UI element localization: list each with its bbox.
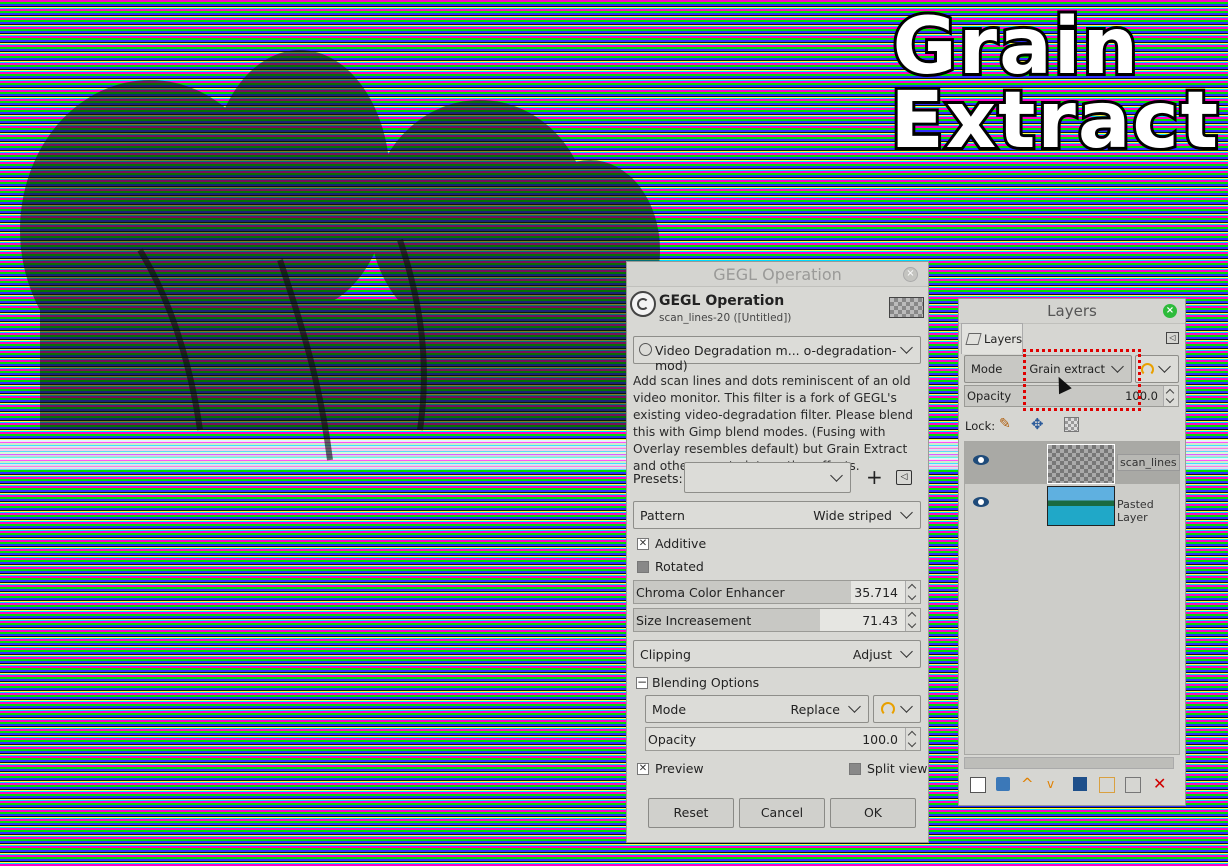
spin-arrows-icon[interactable] [905,581,920,603]
gegl-small-icon [639,343,652,356]
delete-layer-icon[interactable]: ✕ [1153,776,1167,792]
gegl-header: GEGL Operation scan_lines-20 ([Untitled]… [627,287,928,325]
cancel-button[interactable]: Cancel [739,798,825,828]
blend-opacity-spinscale[interactable]: Opacity 100.0 [645,727,921,751]
blend-mode-select[interactable]: Mode Replace [645,695,869,723]
gegl-header-subtitle: scan_lines-20 ([Untitled]) [659,312,792,324]
clipping-value: Adjust [852,647,892,662]
layer-preview-thumbnail [889,297,924,318]
layer-thumbnail [1047,444,1115,484]
layer-row-scan-lines[interactable]: scan_lines [965,442,1180,484]
blend-mode-value: Replace [790,702,840,717]
layer-composite-select[interactable] [1135,355,1179,383]
tab-menu-icon[interactable]: ◁ [1166,332,1179,344]
tab-layers[interactable]: Layers [961,323,1023,354]
gegl-header-title: GEGL Operation [659,293,785,309]
canvas-title-art: Grain Extract [887,2,1221,167]
rotated-checkbox[interactable] [637,561,649,573]
mask-layer-icon[interactable] [1125,777,1141,793]
reset-button[interactable]: Reset [648,798,734,828]
composite-mode-icon [881,702,895,716]
composite-mode-select[interactable] [873,695,921,723]
size-increasement-spinscale[interactable]: Size Increasement 71.43 [633,608,921,632]
chroma-enhancer-label: Chroma Color Enhancer [636,585,785,600]
layers-list[interactable]: scan_lines Pasted Layer [964,441,1180,755]
lock-pixels-icon[interactable]: ✎ [999,416,1011,432]
layer-opacity-label: Opacity [967,389,1012,403]
chevron-down-icon [830,470,844,484]
chevron-down-icon [848,701,862,715]
split-view-checkbox[interactable] [849,763,861,775]
layers-tab-icon [965,333,982,345]
additive-checkbox[interactable]: ✕ [637,538,649,550]
preview-checkbox[interactable]: ✕ [637,763,649,775]
layer-thumbnail [1047,486,1115,526]
duplicate-layer-icon[interactable] [1073,777,1087,791]
chevron-down-icon [900,342,914,356]
highlight-box [1023,349,1141,411]
chevron-down-icon [1158,361,1172,375]
preview-label: Preview [655,761,704,776]
size-increasement-value: 71.43 [862,613,898,628]
raise-layer-icon[interactable]: ^ [1021,777,1035,792]
horizontal-scrollbar[interactable] [964,757,1174,769]
pattern-select[interactable]: Pattern Wide striped [633,501,921,529]
lock-alpha-icon[interactable] [1064,417,1079,432]
operation-description: Add scan lines and dots reminiscent of a… [633,374,914,473]
rotated-label: Rotated [655,559,704,574]
pattern-value: Wide striped [813,508,892,523]
canvas-title-line1: Grain [890,2,1141,92]
presets-label: Presets: [633,471,683,486]
spin-arrows-icon[interactable] [1163,386,1178,406]
eye-icon[interactable] [973,455,989,465]
clipping-select[interactable]: Clipping Adjust [633,640,921,668]
layers-window-title: Layers [1047,302,1097,320]
collapse-icon[interactable]: − [636,676,648,689]
new-layer-group-icon[interactable] [996,777,1010,791]
operation-select[interactable]: Video Degradation m... o-degradation-mod… [633,336,921,373]
blending-options-label[interactable]: Blending Options [652,675,759,690]
split-view-label: Split view [867,761,928,776]
tab-layers-label: Layers [984,332,1023,346]
close-icon[interactable]: × [903,267,918,282]
new-layer-icon[interactable] [970,777,986,793]
gegl-titlebar[interactable]: GEGL Operation × [627,262,928,287]
blend-mode-label: Mode [652,702,687,717]
close-icon[interactable]: × [1163,304,1177,318]
chevron-down-icon [900,507,914,521]
chevron-down-icon [900,701,914,715]
chroma-enhancer-spinscale[interactable]: Chroma Color Enhancer 35.714 [633,580,921,604]
merge-layer-icon[interactable] [1099,777,1115,793]
composite-mode-icon [1141,363,1154,376]
canvas-title-line2: Extract [887,76,1221,167]
chroma-enhancer-value: 35.714 [854,585,898,600]
gegl-dialog: GEGL Operation × GEGL Operation scan_lin… [626,261,929,843]
blend-opacity-label: Opacity [648,732,697,747]
layer-mode-label: Mode [971,362,1003,376]
preset-menu-icon[interactable]: ◁ [896,470,912,485]
operation-select-value: Video Degradation m... o-degradation-mod… [655,343,897,373]
layer-row-pasted-layer[interactable]: Pasted Layer [965,484,1179,526]
spin-arrows-icon[interactable] [905,728,920,750]
gegl-window-title: GEGL Operation [713,265,842,284]
layers-titlebar[interactable]: Layers × [959,299,1185,324]
add-preset-icon[interactable]: + [866,465,883,489]
size-increasement-label: Size Increasement [636,613,752,628]
gegl-logo-icon [630,291,656,317]
layer-name[interactable]: Pasted Layer [1117,498,1179,524]
eye-icon[interactable] [973,497,989,507]
pattern-label: Pattern [640,508,685,523]
lock-position-icon[interactable]: ✥ [1031,415,1044,433]
lower-layer-icon[interactable]: v [1047,777,1061,791]
clipping-label: Clipping [640,647,691,662]
ok-button[interactable]: OK [830,798,916,828]
chevron-down-icon [900,646,914,660]
lock-label: Lock: [965,419,996,433]
additive-label: Additive [655,536,707,551]
layer-name[interactable]: scan_lines [1117,454,1180,471]
spin-arrows-icon[interactable] [905,609,920,631]
presets-select[interactable] [684,462,851,493]
blend-opacity-value: 100.0 [862,732,898,747]
